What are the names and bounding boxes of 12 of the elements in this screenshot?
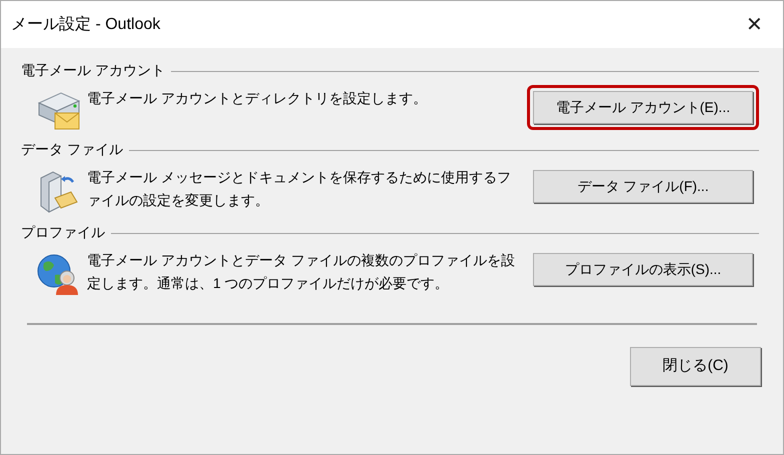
- section-heading: データ ファイル: [21, 140, 123, 159]
- window-title: メール設定 - Outlook: [11, 14, 160, 34]
- section-button[interactable]: プロファイルの表示(S)...: [533, 253, 753, 286]
- section-button[interactable]: データ ファイル(F)...: [533, 170, 753, 203]
- section-heading: 電子メール アカウント: [21, 61, 165, 80]
- close-dialog-button[interactable]: 閉じる(C): [630, 347, 761, 386]
- section-button[interactable]: 電子メール アカウント(E)...: [533, 91, 753, 124]
- section-heading: プロファイル: [21, 223, 105, 242]
- section-description: 電子メール アカウントとディレクトリを設定します。: [87, 89, 428, 108]
- section-description: 電子メール アカウントとデータ ファイルの複数のプロファイルを設定します。通常は、1 つのプロファイルだけが必要です。: [87, 251, 516, 293]
- section-description: 電子メール メッセージとドキュメントを保存するために使用するファイルの設定を変更します。: [87, 168, 512, 210]
- close-button[interactable]: ✕: [746, 14, 763, 34]
